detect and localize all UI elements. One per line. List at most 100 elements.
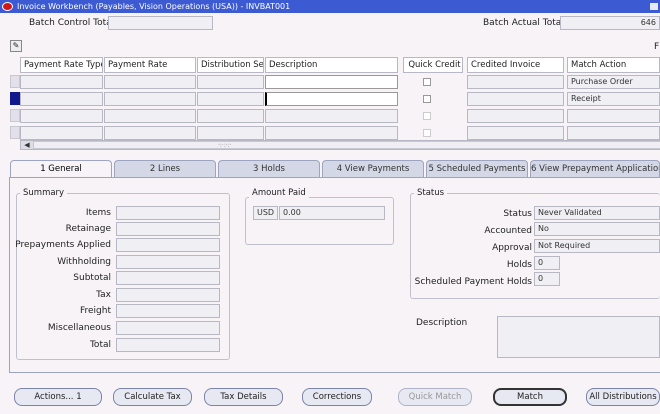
description-label: Description <box>416 318 468 328</box>
distribution-set-cell[interactable] <box>197 92 264 106</box>
col-description[interactable]: Description <box>265 57 398 73</box>
withholding-label: Withholding <box>57 257 111 267</box>
tab-label: 6 View Prepayment Applications <box>531 164 660 174</box>
tab-view-payments[interactable]: 4 View Payments <box>322 160 424 178</box>
amount-paid-value-field[interactable]: 0.00 <box>279 206 385 220</box>
match-action-cell[interactable]: Receipt <box>567 92 660 106</box>
description-cell[interactable] <box>265 75 398 89</box>
total-field[interactable] <box>116 338 220 352</box>
tab-view-prepayment-applications[interactable]: 6 View Prepayment Applications <box>530 160 660 178</box>
payment-rate-type-cell[interactable] <box>20 92 103 106</box>
all-distributions-button[interactable]: All Distributions <box>586 388 660 406</box>
col-payment-rate[interactable]: Payment Rate <box>104 57 196 73</box>
payment-rate-type-cell[interactable] <box>20 109 103 123</box>
prepayments-applied-field[interactable] <box>116 238 220 252</box>
tab-holds[interactable]: 3 Holds <box>218 160 320 178</box>
tab-scheduled-payments[interactable]: 5 Scheduled Payments <box>426 160 528 178</box>
scroll-left-arrow-icon[interactable]: ◀ <box>22 141 32 149</box>
subtotal-field[interactable] <box>116 271 220 285</box>
credited-invoice-cell[interactable] <box>467 109 564 123</box>
credited-invoice-cell[interactable] <box>467 75 564 89</box>
accounted-field[interactable]: No <box>534 222 660 236</box>
status-label: Status <box>503 209 532 219</box>
tax-field[interactable] <box>116 288 220 302</box>
distribution-set-cell[interactable] <box>197 109 264 123</box>
window-title-bar: Invoice Workbench (Payables, Vision Oper… <box>0 0 660 13</box>
miscellaneous-field[interactable] <box>116 321 220 335</box>
retainage-field[interactable] <box>116 222 220 236</box>
approval-label: Approval <box>492 243 532 253</box>
status-group-title: Status <box>414 188 448 198</box>
tab-lines[interactable]: 2 Lines <box>114 160 216 178</box>
quick-credit-checkbox[interactable] <box>423 112 431 120</box>
scroll-thumb[interactable]: ·:·:·:· <box>33 141 660 149</box>
tax-label: Tax <box>96 290 111 300</box>
quick-credit-checkbox[interactable] <box>423 129 431 137</box>
match-action-cell[interactable] <box>567 109 660 123</box>
quick-credit-checkbox[interactable] <box>423 95 431 103</box>
edge-label: F <box>654 42 660 52</box>
tab-label: 2 Lines <box>149 164 181 174</box>
payment-rate-type-cell[interactable] <box>20 75 103 89</box>
accounted-label: Accounted <box>484 226 532 236</box>
calculate-tax-button[interactable]: Calculate Tax <box>113 388 192 406</box>
items-field[interactable] <box>116 206 220 220</box>
prepayments-applied-label: Prepayments Applied <box>15 240 111 250</box>
actions-button[interactable]: Actions... 1 <box>14 388 102 406</box>
items-label: Items <box>85 208 111 218</box>
window-control-icon[interactable] <box>650 3 658 10</box>
tab-label: 3 Holds <box>253 164 285 174</box>
window-title: Invoice Workbench (Payables, Vision Oper… <box>17 2 291 11</box>
payment-rate-cell[interactable] <box>104 92 196 106</box>
col-distribution-set[interactable]: Distribution Set <box>197 57 264 73</box>
freight-field[interactable] <box>116 304 220 318</box>
credited-invoice-cell[interactable] <box>467 92 564 106</box>
description-cell-focused[interactable] <box>265 92 398 106</box>
description-field[interactable] <box>497 316 660 358</box>
match-action-cell[interactable]: Purchase Order <box>567 75 660 89</box>
miscellaneous-label: Miscellaneous <box>47 323 111 333</box>
batch-control-total-field[interactable] <box>108 16 213 30</box>
oracle-app-icon <box>2 2 13 11</box>
payment-rate-type-cell[interactable] <box>20 126 103 140</box>
match-button[interactable]: Match <box>493 388 567 406</box>
row-selector[interactable] <box>10 75 20 88</box>
scroll-thumb-grip: ·:·:·:· <box>218 142 232 149</box>
corrections-button[interactable]: Corrections <box>302 388 372 406</box>
attachment-icon[interactable]: ✎ <box>10 40 22 52</box>
withholding-field[interactable] <box>116 255 220 269</box>
description-cell[interactable] <box>265 126 398 140</box>
payment-rate-cell[interactable] <box>104 126 196 140</box>
scheduled-payment-holds-label: Scheduled Payment Holds <box>414 277 532 287</box>
row-selector-active[interactable] <box>10 92 20 105</box>
status-field[interactable]: Never Validated <box>534 206 660 220</box>
grid-horizontal-scrollbar[interactable]: ◀ ·:·:·:· <box>20 140 660 150</box>
credited-invoice-cell[interactable] <box>467 126 564 140</box>
distribution-set-cell[interactable] <box>197 75 264 89</box>
retainage-label: Retainage <box>65 224 111 234</box>
match-action-cell[interactable] <box>567 126 660 140</box>
description-cell[interactable] <box>265 109 398 123</box>
col-quick-credit[interactable]: Quick Credit <box>403 57 463 73</box>
batch-actual-total-label: Batch Actual Total <box>483 18 564 28</box>
scheduled-payment-holds-field[interactable]: 0 <box>534 272 560 286</box>
holds-label: Holds <box>506 260 532 270</box>
tax-details-button[interactable]: Tax Details <box>204 388 283 406</box>
holds-field[interactable]: 0 <box>534 256 560 270</box>
total-label: Total <box>89 340 111 350</box>
distribution-set-cell[interactable] <box>197 126 264 140</box>
tab-general[interactable]: 1 General <box>10 160 112 178</box>
payment-rate-cell[interactable] <box>104 75 196 89</box>
row-selector[interactable] <box>10 109 20 122</box>
amount-paid-currency-field[interactable]: USD <box>253 206 278 220</box>
batch-control-total-label: Batch Control Total <box>29 18 115 28</box>
col-payment-rate-type[interactable]: Payment Rate Type <box>20 57 103 73</box>
col-match-action[interactable]: Match Action <box>567 57 660 73</box>
row-selector[interactable] <box>10 126 20 139</box>
quick-credit-checkbox[interactable] <box>423 78 431 86</box>
col-credited-invoice[interactable]: Credited Invoice <box>467 57 564 73</box>
quick-match-button[interactable]: Quick Match <box>398 388 472 406</box>
approval-field[interactable]: Not Required <box>534 239 660 253</box>
payment-rate-cell[interactable] <box>104 109 196 123</box>
batch-actual-total-field[interactable]: 646 <box>560 16 660 30</box>
